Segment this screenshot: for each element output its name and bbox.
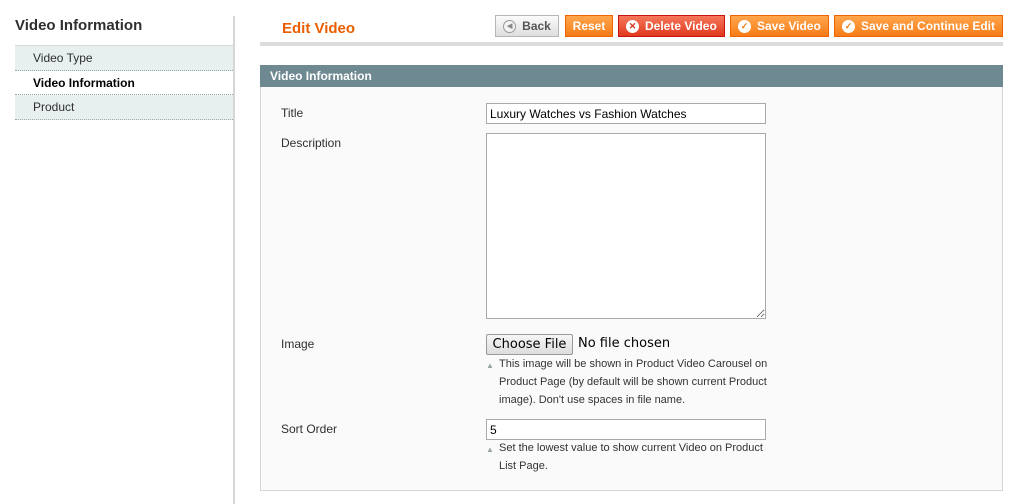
delete-video-button[interactable]: ✕ Delete Video <box>618 15 725 37</box>
sidebar: Video Information Video Type Video Infor… <box>0 0 235 504</box>
sidebar-item-video-information[interactable]: Video Information <box>15 71 235 95</box>
page-title: Edit Video <box>282 20 356 37</box>
save-video-button[interactable]: ✓ Save Video <box>730 15 829 37</box>
back-button-label: Back <box>522 19 551 33</box>
sidebar-item-video-type[interactable]: Video Type <box>15 45 235 71</box>
save-button-label: Save Video <box>757 19 821 33</box>
sidebar-title: Video Information <box>15 17 143 34</box>
save-continue-check-icon: ✓ <box>842 19 855 33</box>
sort-order-label: Sort Order <box>281 422 338 436</box>
reset-button[interactable]: Reset <box>565 15 613 37</box>
save-and-continue-button[interactable]: ✓ Save and Continue Edit <box>834 15 1003 37</box>
image-label: Image <box>281 337 315 351</box>
back-button[interactable]: ◀ Back <box>495 15 559 37</box>
sort-note-triangle-icon: ▲ <box>486 445 494 454</box>
file-status: No file chosen <box>578 336 671 351</box>
image-note: ▲ This image will be shown in Product Vi… <box>486 355 776 409</box>
sort-order-input[interactable] <box>486 419 766 440</box>
save-check-icon: ✓ <box>738 19 751 33</box>
description-textarea[interactable] <box>486 133 766 319</box>
save-continue-button-label: Save and Continue Edit <box>861 19 996 33</box>
back-arrow-icon: ◀ <box>503 19 517 33</box>
header-divider <box>260 42 1003 46</box>
image-note-text: This image will be shown in Product Vide… <box>499 358 768 406</box>
sort-order-note-text: Set the lowest value to show current Vid… <box>499 442 763 472</box>
description-label: Description <box>281 136 342 150</box>
delete-x-icon: ✕ <box>626 19 639 33</box>
sidebar-tabs: Video Type Video Information Product <box>15 45 235 120</box>
sidebar-divider <box>233 16 235 504</box>
delete-button-label: Delete Video <box>645 19 717 33</box>
fieldset-header: Video Information <box>260 65 1003 87</box>
sort-order-note: ▲ Set the lowest value to show current V… <box>486 439 776 475</box>
note-triangle-icon: ▲ <box>486 361 494 370</box>
sidebar-item-product[interactable]: Product <box>15 95 235 120</box>
title-label: Title <box>281 106 304 120</box>
title-input[interactable] <box>486 103 766 124</box>
choose-file-button[interactable]: Choose File <box>486 334 573 355</box>
